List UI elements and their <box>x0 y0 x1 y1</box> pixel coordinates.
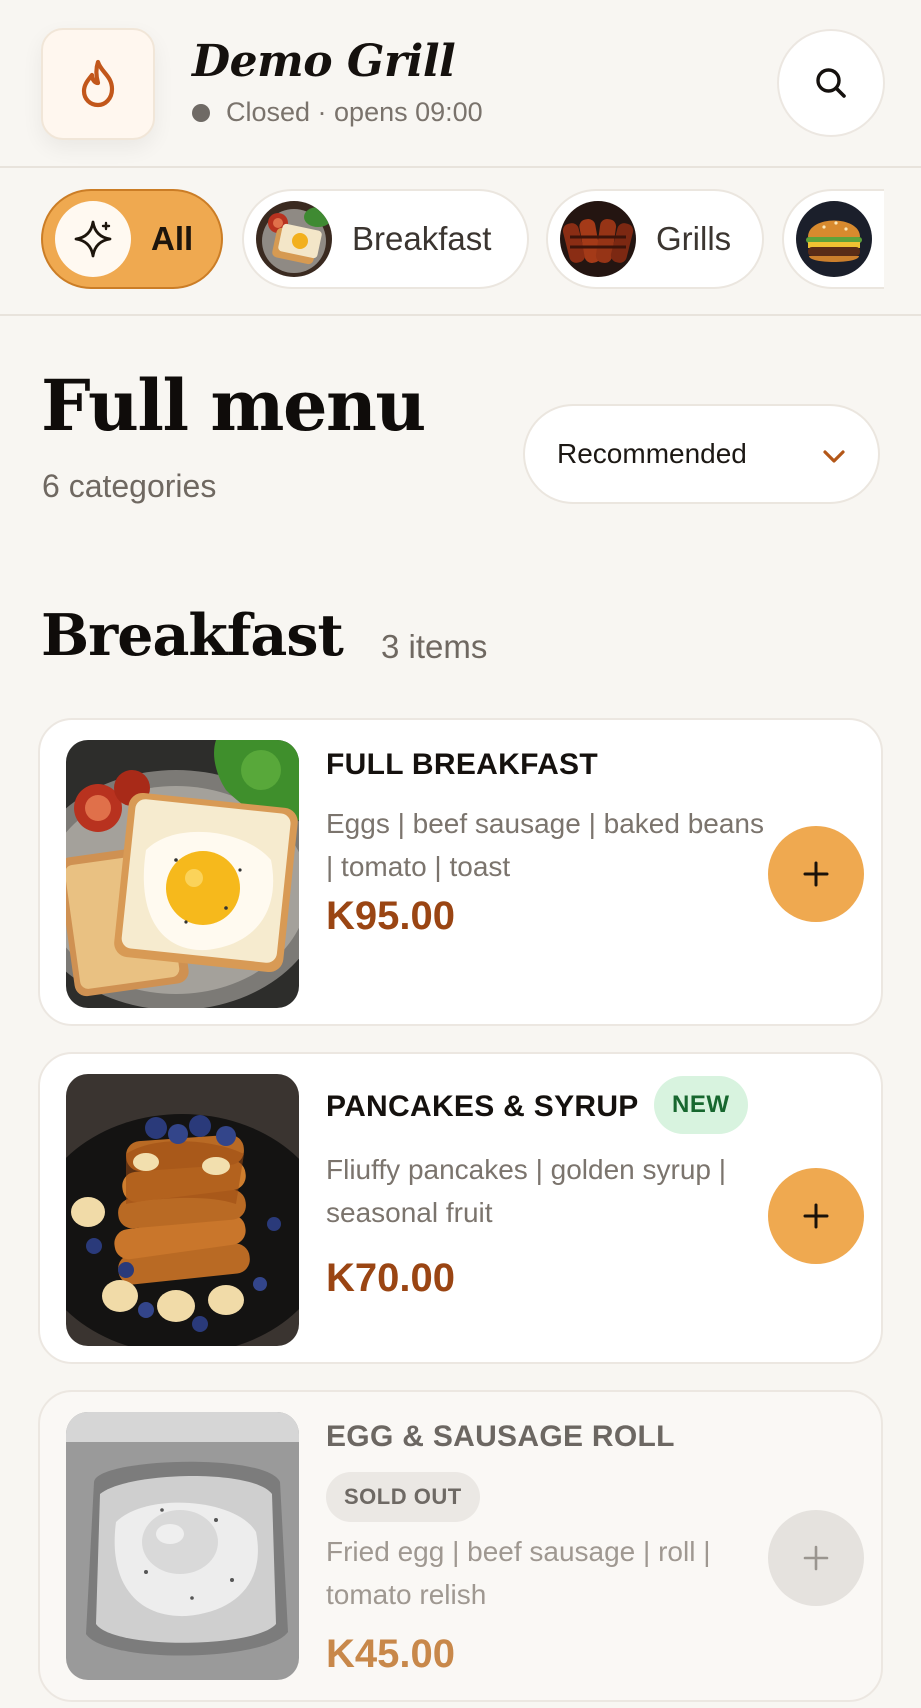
item-photo <box>66 1074 299 1346</box>
restaurant-name: Demo Grill <box>192 36 456 87</box>
item-price: K70.00 <box>326 1256 455 1300</box>
sort-dropdown[interactable]: Recommended <box>523 404 880 504</box>
add-to-cart-button-disabled <box>768 1510 864 1606</box>
chevron-down-icon <box>823 450 845 463</box>
menu-item-card: EGG & SAUSAGE ROLL SOLD OUT Fried egg | … <box>38 1390 883 1702</box>
breakfast-thumb <box>256 201 332 277</box>
sold-out-badge: SOLD OUT <box>326 1472 480 1522</box>
add-to-cart-button[interactable] <box>768 826 864 922</box>
menu-item-card[interactable]: PANCAKES & SYRUP NEW Fliuffy pancakes | … <box>38 1052 883 1364</box>
item-photo <box>66 740 299 1008</box>
item-name: PANCAKES & SYRUP <box>326 1090 639 1123</box>
burger-thumb <box>796 201 872 277</box>
chip-label: Breakfast <box>352 220 492 257</box>
item-description: Fried egg | beef sausage | roll | tomato… <box>326 1536 711 1610</box>
category-chip-burgers[interactable] <box>782 189 884 289</box>
opening-status: Closed · opens 09:00 <box>192 97 483 128</box>
chip-label: Grills <box>656 220 732 257</box>
sort-value: Recommended <box>557 438 747 469</box>
chip-icon-holder <box>55 201 131 277</box>
plus-icon <box>803 861 829 887</box>
sparkle-icon <box>74 220 112 258</box>
item-description: Eggs | beef sausage | baked beans | toma… <box>326 808 764 882</box>
menu-item-card[interactable]: FULL BREAKFAST Eggs | beef sausage | bak… <box>38 718 883 1026</box>
section-title: Breakfast <box>41 602 344 669</box>
category-bar: All Breakfast Grills <box>0 168 921 316</box>
item-name: FULL BREAKFAST <box>326 748 598 781</box>
plus-icon <box>803 1203 829 1229</box>
section-item-count: 3 items <box>381 628 488 665</box>
item-description: Fliuffy pancakes | golden syrup | season… <box>326 1154 727 1228</box>
app-header: Demo Grill Closed · opens 09:00 <box>0 0 921 168</box>
new-badge: NEW <box>654 1076 748 1134</box>
category-count: 6 categories <box>42 468 217 504</box>
chip-label: All <box>151 220 194 257</box>
restaurant-logo[interactable] <box>41 28 155 140</box>
add-to-cart-button[interactable] <box>768 1168 864 1264</box>
search-icon <box>816 68 846 98</box>
category-chip-all[interactable]: All <box>41 189 223 289</box>
search-button[interactable] <box>777 29 885 137</box>
flame-icon <box>81 59 115 108</box>
item-photo <box>66 1412 299 1680</box>
page-title: Full menu <box>41 364 426 447</box>
category-scroller[interactable]: All Breakfast Grills <box>0 168 884 314</box>
category-chip-grills[interactable]: Grills <box>546 189 764 289</box>
grills-thumb <box>560 201 636 277</box>
plus-icon <box>803 1545 829 1571</box>
status-text: Closed · opens 09:00 <box>226 97 483 127</box>
item-price: K45.00 <box>326 1632 455 1676</box>
category-chip-breakfast[interactable]: Breakfast <box>242 189 529 289</box>
item-name: EGG & SAUSAGE ROLL <box>326 1420 675 1453</box>
item-price: K95.00 <box>326 894 455 938</box>
menu-page: Demo Grill Closed · opens 09:00 All Brea… <box>0 0 921 1708</box>
status-dot <box>192 103 210 122</box>
